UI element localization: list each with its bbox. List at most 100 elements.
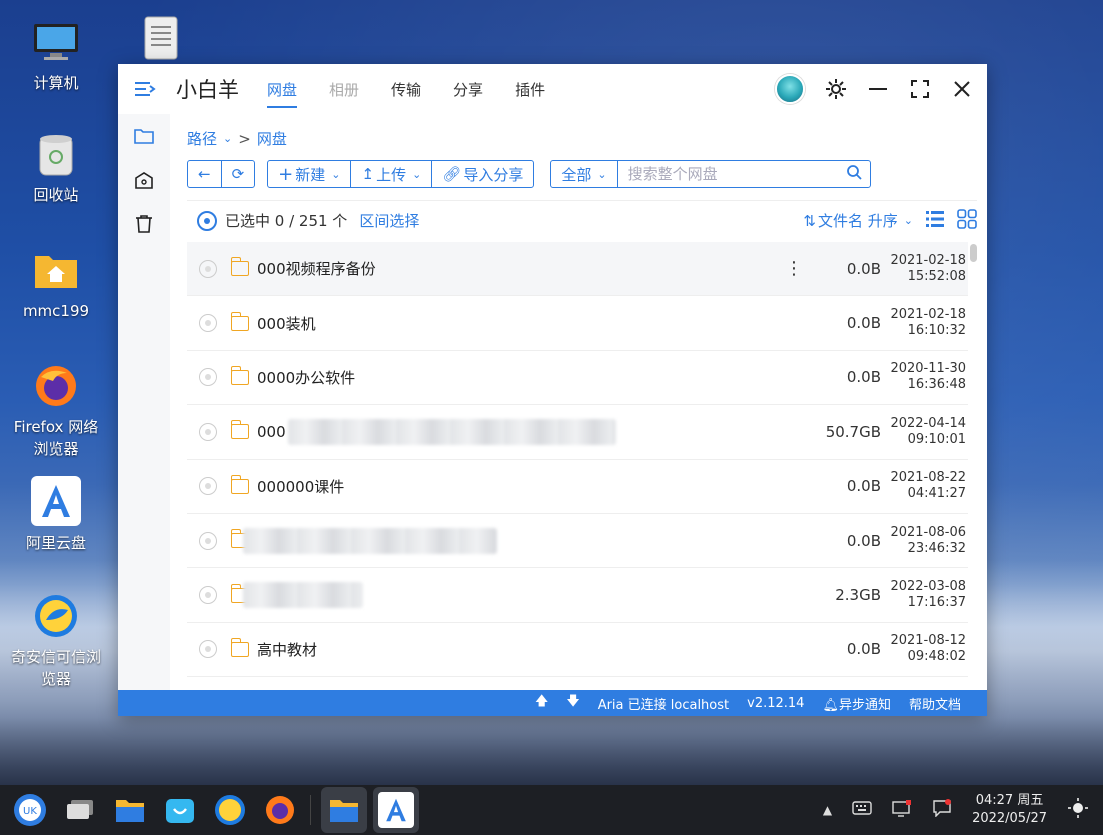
file-size: 0.0B [846,531,881,550]
select-all-radio[interactable] [197,210,217,231]
row-select-radio[interactable] [199,531,217,550]
tab-transfer[interactable]: 传输 [391,64,421,114]
avatar[interactable] [775,74,805,104]
maximize-icon[interactable] [909,78,931,100]
file-size: 0.0B [846,368,881,387]
notify-link[interactable]: 🔔︎异步通知 [822,694,891,713]
list-item[interactable]: 0.0B 2021-08-06 23:46:32 [187,514,968,569]
file-manager-taskbar-icon[interactable] [110,790,150,830]
file-name[interactable]: 000装机 [257,313,316,334]
app-window: 小白羊 网盘 相册 传输 分享 插件 路径 ⌄ > 网盘 ← ⟳ + 新建 ⌄ … [118,64,987,716]
file-manager-open-taskbar-icon[interactable] [321,787,367,833]
list-view-icon[interactable] [925,209,945,233]
list-item[interactable]: 高中教材 0.0B 2021-08-12 09:48:02 [187,623,968,678]
desktop-icon-trash[interactable]: 回收站 [1,130,111,206]
row-select-radio[interactable] [199,259,217,278]
search-button[interactable] [838,161,870,187]
new-button[interactable]: + 新建 ⌄ [268,161,350,187]
menu-toggle-icon[interactable] [118,64,172,114]
chevron-down-icon: ⌄ [412,167,422,181]
aliyun-drive-taskbar-icon[interactable] [373,787,419,833]
firefox-taskbar-icon[interactable] [260,790,300,830]
arrow-left-icon: ← [198,165,211,183]
settings-gear-icon[interactable] [825,78,847,100]
grid-view-icon[interactable] [957,208,977,233]
app-store-taskbar-icon[interactable] [160,790,200,830]
back-button[interactable]: ← [188,161,221,187]
minimize-icon[interactable] [867,78,889,100]
desktop-icon-firefox[interactable]: Firefox 网络 浏览器 [1,362,111,460]
computer-icon [32,18,80,66]
row-select-radio[interactable] [199,477,217,496]
tab-album[interactable]: 相册 [329,64,359,114]
clock-time: 04:27 周五 [975,793,1044,808]
aria-status[interactable]: Aria 已连接 localhost [598,694,729,713]
taskbar-divider [310,795,311,825]
desktop-icon-label: 览器 [40,670,71,688]
file-name[interactable]: 000视频程序备份 [257,258,376,279]
tab-share[interactable]: 分享 [453,64,483,114]
import-share-button[interactable]: 🔗︎ 导入分享 [431,161,533,187]
system-tray: ▲ 04:27 周五 2022/05/27 [823,785,1103,835]
range-select-link[interactable]: 区间选择 [359,210,419,231]
list-item[interactable]: 2.3GB 2022-03-08 17:16:37 [187,568,968,623]
desktop-icon-computer[interactable]: 计算机 [1,18,111,94]
desktop-icon-home-folder[interactable]: mmc199 [1,246,111,322]
upload-button[interactable]: ↥ 上传 ⌄ [350,161,431,187]
folder-icon [230,365,249,385]
start-menu-button[interactable]: UK [10,790,50,830]
row-select-radio[interactable] [199,640,217,659]
row-select-radio[interactable] [199,586,217,605]
file-name[interactable]: 0000办公软件 [257,367,355,388]
row-select-radio[interactable] [199,368,217,387]
link-icon: 🔗︎ [442,165,462,183]
night-mode-icon[interactable] [1067,797,1089,823]
desktop-icon-document[interactable] [106,14,216,68]
upload-arrow-icon[interactable]: 🡅︎ [535,692,548,714]
sidebar-item-trash[interactable] [118,204,170,248]
tab-drive[interactable]: 网盘 [267,64,298,114]
keyboard-icon[interactable] [852,801,872,819]
list-item[interactable]: 000视频程序备份 ⋮ 0.0B 2021-02-18 15:52:08 [187,242,968,297]
filter-select[interactable]: 全部 ⌄ [551,161,616,187]
list-item[interactable]: 000 50.7GB 2022-04-14 09:10:01 [187,405,968,460]
tray-expand-icon[interactable]: ▲ [823,803,832,817]
list-item[interactable]: 0000办公软件 0.0B 2020-11-30 16:36:48 [187,351,968,406]
sidebar-item-safe[interactable] [118,160,170,204]
qianxin-browser-taskbar-icon[interactable] [210,790,250,830]
svg-text:UK: UK [23,806,37,817]
version-label[interactable]: v2.12.14 [747,696,804,711]
row-select-radio[interactable] [199,314,217,333]
selection-bar: 已选中 0 / 251 个 区间选择 ⇅ 文件名 升序 ⌄ [187,200,977,240]
tab-plugins[interactable]: 插件 [515,64,545,114]
breadcrumb-root[interactable]: 路径 [187,128,217,149]
more-options-icon[interactable]: ⋮ [785,258,803,279]
notification-icon[interactable] [932,799,952,821]
breadcrumb-current[interactable]: 网盘 [257,128,287,149]
file-name[interactable]: 000 [257,423,286,441]
row-select-radio[interactable] [199,422,217,441]
chevron-down-icon[interactable]: ⌄ [223,132,232,145]
home-folder-icon [32,246,80,294]
refresh-button[interactable]: ⟳ [220,161,255,187]
desktop-icon-aliyun[interactable]: 阿里云盘 [1,476,111,554]
multitask-view-button[interactable] [60,790,100,830]
clock[interactable]: 04:27 周五 2022/05/27 [972,792,1047,828]
desktop-icon-qianxin[interactable]: 奇安信可信浏 览器 [1,592,111,690]
scrollbar[interactable] [970,244,977,262]
download-arrow-icon[interactable]: 🡇︎ [566,692,579,714]
sort-button[interactable]: ⇅ 文件名 升序 ⌄ [803,210,913,231]
file-name[interactable]: 高中教材 [257,639,317,660]
file-name[interactable]: 000000课件 [257,476,344,497]
redacted-name-blur [243,527,497,554]
sidebar-item-drive[interactable] [118,116,170,160]
close-icon[interactable] [951,78,973,100]
help-link[interactable]: 帮助文档 [909,694,961,713]
list-item[interactable]: 000000课件 0.0B 2021-08-22 04:41:27 [187,460,968,514]
search-input[interactable] [616,161,838,187]
list-item[interactable]: 000装机 0.0B 2021-02-18 16:10:32 [187,296,968,351]
desktop-icon-label: 回收站 [33,186,79,204]
qianxin-browser-icon [32,592,80,640]
folder-icon [230,257,249,277]
network-icon[interactable] [892,799,912,821]
